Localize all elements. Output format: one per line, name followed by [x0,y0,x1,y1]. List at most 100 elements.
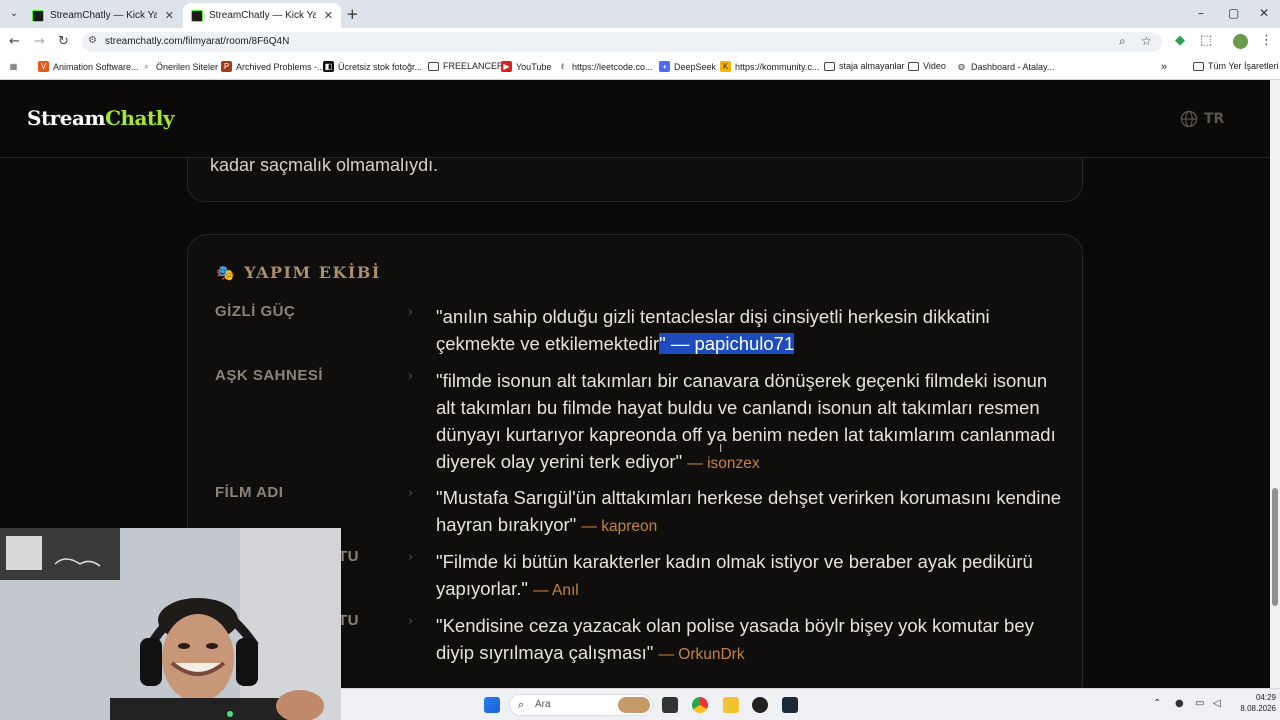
start-icon[interactable] [484,697,500,713]
bookmark-folder[interactable]: Video [908,61,946,71]
close-window-icon[interactable]: ✕ [1259,6,1269,20]
logo-part2: Chatly [105,106,174,130]
language-switcher[interactable]: TR [1180,110,1224,128]
bookmark-label: Dashboard - Atalay... [971,61,1055,72]
close-tab-icon[interactable]: ✕ [324,9,333,22]
apps-grid-icon[interactable]: ▦ [8,61,23,72]
windows-taskbar: ⌕ Ara ⌃ ● ▭ ◁ [341,688,1280,720]
restore-icon[interactable]: ▢ [1228,6,1239,20]
chevron-right-icon: › [408,614,414,629]
tab-title: StreamChatly — Kick Yayıncıları [209,10,316,21]
scrollbar-thumb[interactable] [1272,488,1278,606]
bookmark-item[interactable]: ▶ YouTube [501,61,551,72]
quote-author: — kapreon [581,518,658,535]
new-tab-icon[interactable]: + [346,5,359,23]
network-icon[interactable]: ▭ [1195,698,1204,709]
bookmark-label: Archived Problems -... [236,61,325,72]
bookmark-item[interactable]: ◧ Ücretsiz stok fotoğr... [323,61,422,72]
previous-card-text: kadar saçmalık olmamalıydı. [210,155,439,175]
file-explorer-icon[interactable] [723,697,739,713]
row-quote: "Filmde ki bütün karakterler kadın olmak… [436,548,1066,604]
row-quote: "Mustafa Sarıgül'ün alttakımları herkese… [436,484,1066,540]
chevron-right-icon: › [408,305,414,320]
bookmarks-bar: ▦ V Animation Software... ⌕ Önerilen Sitel… [0,56,1280,80]
bookmark-label: Tüm Yer İşaretleri [1208,61,1279,71]
theater-masks-icon: 🎭 [216,263,237,282]
search-placeholder: Ara [535,699,551,710]
row-quote: "Kendisine ceza yazacak olan polise yasa… [436,612,1066,668]
bookmark-item[interactable]: P Archived Problems -... [221,61,325,72]
page-scrollbar[interactable] [1270,80,1280,688]
bookmark-folder[interactable]: staja almayanlar [824,61,905,71]
url-text: streamchatly.com/filmyarat/room/8F6Q4N [105,36,290,47]
quote-author: — OrkunDrk [658,646,745,663]
all-bookmarks-folder[interactable]: Tüm Yer İşaretleri [1193,61,1279,71]
row-label: AŞK SAHNESİ [215,367,324,384]
shield-extension-icon[interactable]: ◆ [1175,33,1185,48]
close-tab-icon[interactable]: ✕ [165,9,174,22]
bookmark-label: DeepSeek [674,61,717,72]
tab-title: StreamChatly — Kick Yayıncıları [50,10,157,21]
volume-icon[interactable]: ◁ [1213,698,1221,709]
kick-favicon-icon [32,9,44,22]
quote-text: "anılın sahip olduğu gizli tentacleslar … [436,306,990,327]
search-icon: ⌕ [518,698,525,711]
bookmark-item[interactable]: ⌕ Önerilen Siteler [141,61,218,72]
globe-icon [1180,110,1198,128]
more-bookmarks-icon[interactable]: » [1161,61,1167,73]
bookmark-item[interactable]: ℓ https://leetcode.co... [557,61,653,72]
site-info-icon[interactable]: ⚙ [88,35,97,46]
taskbar-clock[interactable]: 04:29 8.08.2026 [1230,692,1276,714]
row-label: FİLM ADI [215,484,284,501]
bookmark-item[interactable]: V Animation Software... [38,61,139,72]
logo-part1: Stream [27,106,106,130]
minimize-icon[interactable]: – [1198,6,1204,20]
zoom-icon[interactable]: ⌕ [1119,34,1126,49]
chevron-right-icon: › [408,369,414,384]
browser-tab[interactable]: StreamChatly — Kick Yayıncıları ✕ [24,3,182,28]
chrome-icon[interactable] [692,697,708,713]
microphone-icon[interactable]: ● [1175,698,1184,709]
menu-kebab-icon[interactable]: ⋮ [1260,33,1273,48]
quote-text: "Filmde ki bütün karakterler kadın olmak… [436,551,1033,599]
site-header: StreamChatly TR [0,80,1270,158]
browser-tab-strip: ⌄ StreamChatly — Kick Yayıncıları ✕ Stre… [0,0,1280,28]
bookmark-label: https://leetcode.co... [572,61,653,72]
quote-author: — Anıl [533,582,579,599]
address-bar[interactable]: ⚙ streamchatly.com/filmyarat/room/8F6Q4N… [82,32,1162,52]
bookmark-star-icon[interactable]: ☆ [1141,34,1152,48]
streamer-webcam-image [0,528,341,720]
task-view-icon[interactable] [662,697,678,713]
text-cursor-icon: I [719,442,723,455]
quote-text: "Mustafa Sarıgül'ün alttakımları herkese… [436,487,1062,535]
steam-icon[interactable] [782,697,798,713]
taskbar-search[interactable]: ⌕ Ara [509,694,653,716]
quote-author: — isonzex [687,455,760,472]
back-icon[interactable]: ← [9,35,20,49]
site-logo[interactable]: StreamChatly [27,106,174,130]
section-title-text: YAPIM EKİBİ [244,263,381,282]
search-highlight-icon [618,697,650,713]
profile-avatar-icon[interactable] [1233,34,1248,49]
webcam-overlay [0,528,341,720]
quote-text: çekmekte ve etkilemektedir [436,333,660,354]
row-label: GİZLİ GÜÇ [215,303,296,320]
bookmark-label: Önerilen Siteler [156,61,219,72]
bookmark-folder[interactable]: FREELANCER [428,61,504,71]
row-quote: "anılın sahip olduğu gizli tentacleslar … [436,303,1066,357]
bookmark-item[interactable]: ◖ DeepSeek [659,61,716,72]
section-title: 🎭 YAPIM EKİBİ [216,263,381,282]
tab-search-icon[interactable]: ⌄ [6,6,22,22]
browser-tab-active[interactable]: StreamChatly — Kick Yayıncıları ✕ [183,3,341,28]
bookmark-item[interactable]: Khttps://kommunity.c... [720,61,819,72]
forward-icon[interactable]: → [34,35,45,49]
extensions-icon[interactable]: ⬚ [1200,33,1212,48]
row-quote: "filmde isonun alt takımları bir canavar… [436,367,1066,477]
tray-overflow-icon[interactable]: ⌃ [1153,698,1161,709]
obs-icon[interactable] [752,697,768,713]
bookmark-item[interactable]: ◍ Dashboard - Atalay... [956,61,1054,72]
clock-date: 8.08.2026 [1240,704,1276,713]
reload-icon[interactable]: ↻ [58,35,69,49]
bookmark-label: https://kommunity.c... [735,61,820,72]
chevron-right-icon: › [408,486,414,501]
